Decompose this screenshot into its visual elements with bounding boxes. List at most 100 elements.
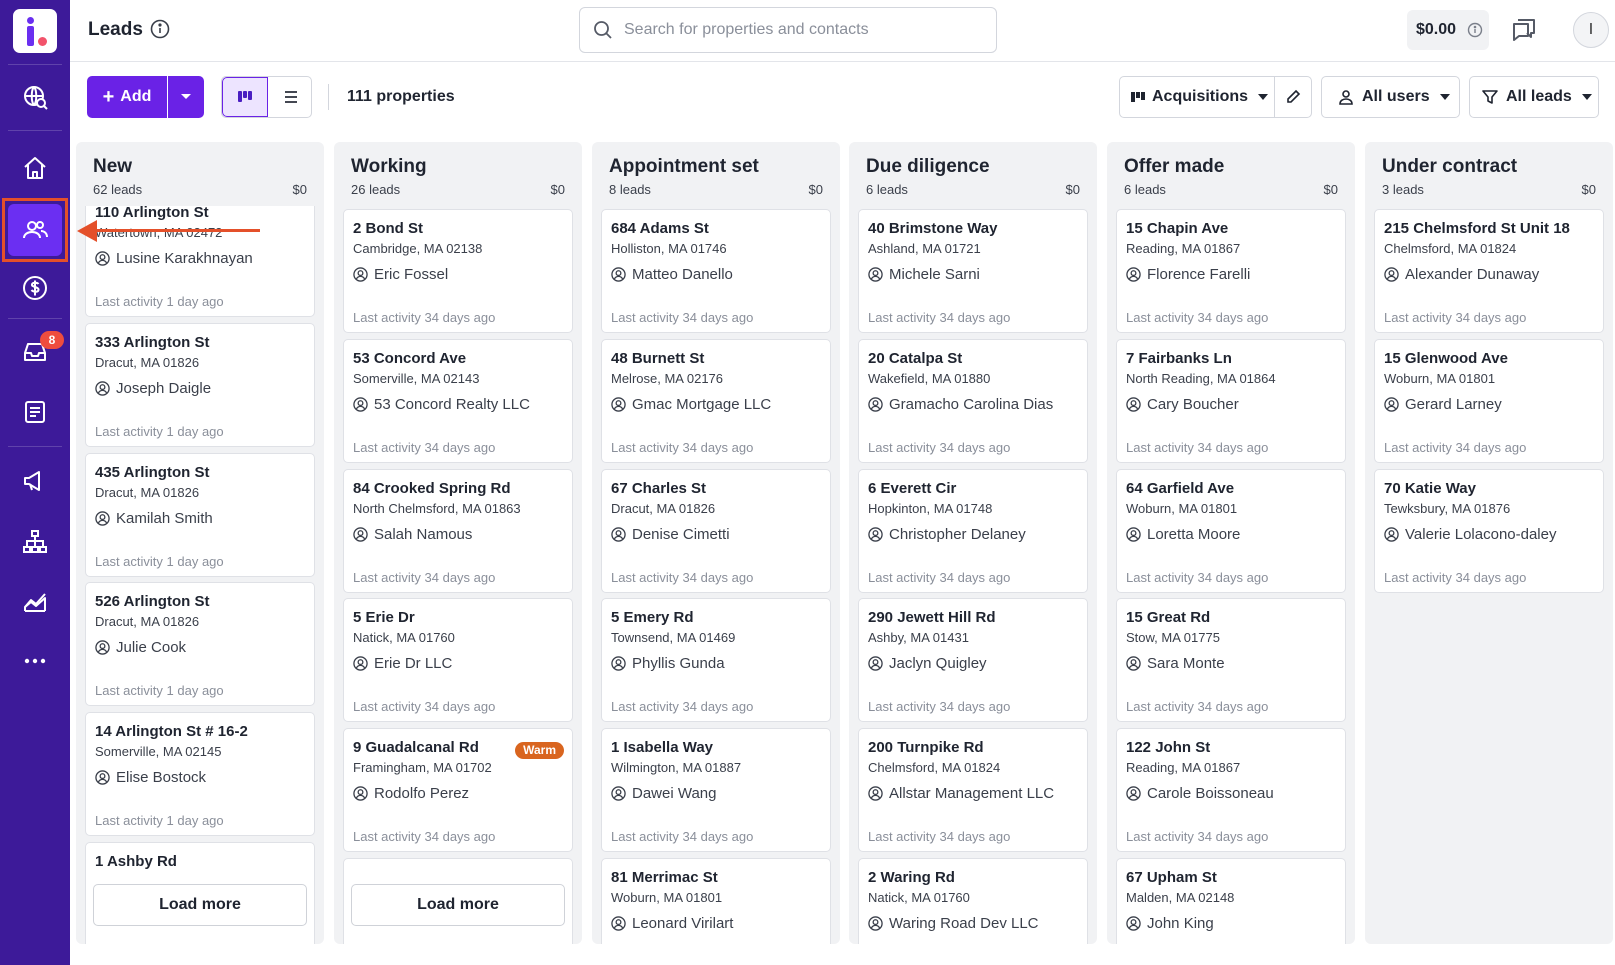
org-chart-icon[interactable] — [10, 517, 60, 567]
lead-contact[interactable]: Phyllis Gunda — [611, 655, 725, 672]
lead-card[interactable]: 122 John St Reading, MA 01867 Carole Boiss… — [1116, 728, 1346, 852]
lead-contact[interactable]: Alexander Dunaway — [1384, 266, 1539, 283]
board-view-icon — [238, 91, 252, 102]
lead-card[interactable]: 2 Waring Rd Natick, MA 01760 Waring Road D… — [858, 858, 1088, 944]
add-dropdown-button[interactable] — [168, 76, 204, 118]
lead-address: 1 Ashby Rd — [95, 853, 177, 870]
pipeline-dropdown[interactable]: Acquisitions — [1119, 76, 1275, 118]
lead-contact[interactable]: Salah Namous — [353, 526, 472, 543]
home-icon[interactable] — [10, 143, 60, 193]
lead-contact[interactable]: Gerard Larney — [1384, 396, 1502, 413]
last-activity: Last activity 1 day ago — [95, 554, 224, 569]
lead-contact[interactable]: Joseph Daigle — [95, 380, 211, 397]
lead-card[interactable]: 290 Jewett Hill Rd Ashby, MA 01431 Jaclyn … — [858, 598, 1088, 722]
load-more-button[interactable]: Load more — [93, 884, 307, 926]
lead-contact[interactable]: 53 Concord Realty LLC — [353, 396, 530, 413]
lead-card[interactable]: 15 Chapin Ave Reading, MA 01867 Florence F… — [1116, 209, 1346, 333]
lead-card[interactable]: 435 Arlington St Dracut, MA 01826 Kamilah … — [85, 453, 315, 577]
lead-card[interactable]: 5 Emery Rd Townsend, MA 01469 Phyllis Gund… — [601, 598, 831, 722]
lead-contact[interactable]: Valerie Lolacono-daley — [1384, 526, 1557, 543]
lead-contact[interactable]: Lusine Karakhnayan — [95, 250, 253, 267]
lead-contact[interactable]: Dawei Wang — [611, 785, 716, 802]
list-view-icon — [284, 91, 297, 103]
lead-card[interactable]: 6 Everett Cir Hopkinton, MA 01748 Christop… — [858, 469, 1088, 593]
balance-badge[interactable]: $0.00 — [1407, 10, 1489, 50]
lead-card[interactable]: 67 Upham St Malden, MA 02148 John King — [1116, 858, 1346, 944]
users-dropdown[interactable]: All users — [1321, 76, 1460, 118]
lead-card[interactable]: 526 Arlington St Dracut, MA 01826 Julie Co… — [85, 582, 315, 706]
users-icon[interactable] — [10, 205, 60, 255]
lead-card[interactable]: 1 Isabella Way Wilmington, MA 01887 Dawei … — [601, 728, 831, 852]
lead-city: Tewksbury, MA 01876 — [1384, 501, 1511, 516]
lead-contact[interactable]: Julie Cook — [95, 639, 186, 656]
megaphone-icon[interactable] — [10, 456, 60, 506]
edit-pipeline-button[interactable] — [1274, 76, 1312, 118]
lead-card[interactable]: 20 Catalpa St Wakefield, MA 01880 Gramacho… — [858, 339, 1088, 463]
analytics-icon[interactable] — [10, 576, 60, 626]
lead-contact[interactable]: Matteo Danello — [611, 266, 733, 283]
lead-card[interactable]: 53 Concord Ave Somerville, MA 02143 53 Con… — [343, 339, 573, 463]
globe-search-icon[interactable] — [10, 72, 60, 122]
chat-icon[interactable] — [1510, 16, 1538, 44]
lead-card[interactable]: 67 Charles St Dracut, MA 01826 Denise Cime… — [601, 469, 831, 593]
lead-card[interactable]: 5 Erie Dr Natick, MA 01760 Erie Dr LLC Last… — [343, 598, 573, 722]
contact-name: Loretta Moore — [1147, 526, 1241, 543]
lead-card[interactable]: 15 Great Rd Stow, MA 01775 Sara Monte Last … — [1116, 598, 1346, 722]
search-input[interactable] — [624, 18, 984, 42]
lead-card[interactable]: 14 Arlington St # 16-2 Somerville, MA 021… — [85, 712, 315, 836]
leads-filter-dropdown[interactable]: All leads — [1469, 76, 1599, 118]
contact-icon — [353, 786, 368, 801]
last-activity: Last activity 1 day ago — [95, 813, 224, 828]
lead-contact[interactable]: Carole Boissoneau — [1126, 785, 1274, 802]
lead-card[interactable]: 81 Merrimac St Woburn, MA 01801 Leonard Vi… — [601, 858, 831, 944]
lead-contact[interactable]: Michele Sarni — [868, 266, 980, 283]
contact-name: Waring Road Dev LLC — [889, 915, 1039, 932]
lead-contact[interactable]: Cary Boucher — [1126, 396, 1239, 413]
lead-card[interactable]: 215 Chelmsford St Unit 18 Chelmsford, MA … — [1374, 209, 1604, 333]
lead-contact[interactable]: Denise Cimetti — [611, 526, 730, 543]
search-box[interactable] — [579, 7, 997, 53]
lead-card[interactable]: 684 Adams St Holliston, MA 01746 Matteo Da… — [601, 209, 831, 333]
lead-contact[interactable]: Allstar Management LLC — [868, 785, 1054, 802]
lead-card[interactable]: 64 Garfield Ave Woburn, MA 01801 Loretta M… — [1116, 469, 1346, 593]
info-icon[interactable] — [150, 19, 170, 39]
lead-contact[interactable]: Elise Bostock — [95, 769, 206, 786]
lead-contact[interactable]: John King — [1126, 915, 1214, 932]
list-view-button[interactable] — [268, 77, 311, 117]
lead-contact[interactable]: Erie Dr LLC — [353, 655, 452, 672]
lead-contact[interactable]: Christopher Delaney — [868, 526, 1026, 543]
lead-card[interactable]: 9 Guadalcanal Rd Warm Framingham, MA 01702… — [343, 728, 573, 852]
lead-contact[interactable]: Leonard Virilart — [611, 915, 733, 932]
balance-info-icon[interactable] — [1467, 22, 1483, 38]
lead-card[interactable]: 2 Bond St Cambridge, MA 02138 Eric Fossel L… — [343, 209, 573, 333]
lead-contact[interactable]: Florence Farelli — [1126, 266, 1250, 283]
lead-card[interactable]: 48 Burnett St Melrose, MA 02176 Gmac Mortg… — [601, 339, 831, 463]
lead-contact[interactable]: Sara Monte — [1126, 655, 1225, 672]
lead-contact[interactable]: Kamilah Smith — [95, 510, 213, 527]
user-avatar[interactable]: I — [1573, 12, 1609, 48]
lead-contact[interactable]: Waring Road Dev LLC — [868, 915, 1039, 932]
lead-card[interactable]: 110 Arlington St Watertown, MA 02472 Lusin… — [85, 206, 315, 317]
lead-card[interactable]: 7 Fairbanks Ln North Reading, MA 01864 Car… — [1116, 339, 1346, 463]
lead-contact[interactable]: Gramacho Carolina Dias — [868, 396, 1053, 413]
lead-card[interactable]: 200 Turnpike Rd Chelmsford, MA 01824 Allst… — [858, 728, 1088, 852]
more-icon[interactable] — [10, 636, 60, 686]
lead-card[interactable]: 40 Brimstone Way Ashland, MA 01721 Michele… — [858, 209, 1088, 333]
lead-contact[interactable]: Rodolfo Perez — [353, 785, 469, 802]
lead-contact[interactable]: Jaclyn Quigley — [868, 655, 987, 672]
lead-contact[interactable]: Gmac Mortgage LLC — [611, 396, 771, 413]
lead-card[interactable]: 15 Glenwood Ave Woburn, MA 01801 Gerard La… — [1374, 339, 1604, 463]
load-more-button[interactable]: Load more — [351, 884, 565, 926]
lead-card[interactable]: 333 Arlington St Dracut, MA 01826 Joseph D… — [85, 323, 315, 447]
board-view-button[interactable] — [222, 77, 268, 117]
lead-card[interactable]: 84 Crooked Spring Rd North Chelmsford, MA… — [343, 469, 573, 593]
dollar-icon[interactable] — [10, 263, 60, 313]
add-label: Add — [120, 88, 152, 105]
logo-icon[interactable] — [13, 9, 57, 53]
lead-card[interactable]: 70 Katie Way Tewksbury, MA 01876 Valerie L… — [1374, 469, 1604, 593]
lead-contact[interactable]: Eric Fossel — [353, 266, 448, 283]
contacts-icon[interactable] — [10, 387, 60, 437]
contact-icon — [611, 656, 626, 671]
add-button[interactable]: + Add — [87, 76, 167, 118]
lead-contact[interactable]: Loretta Moore — [1126, 526, 1240, 543]
